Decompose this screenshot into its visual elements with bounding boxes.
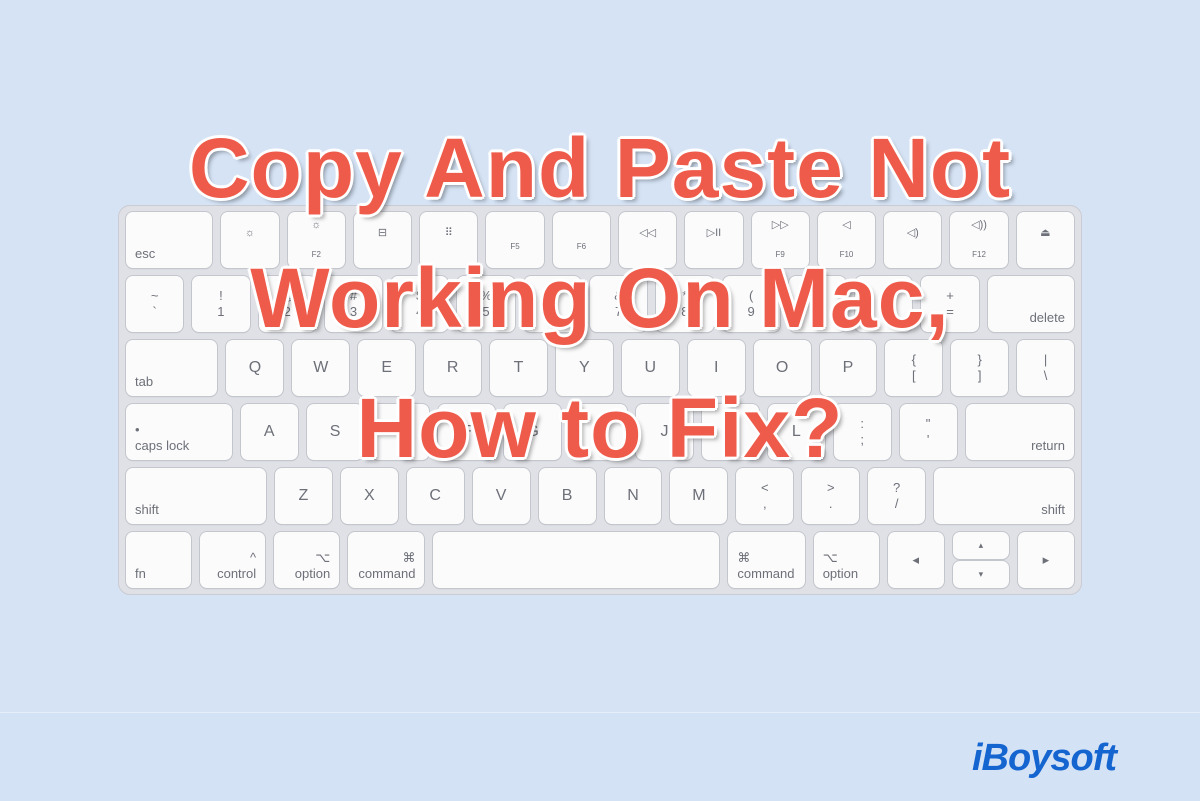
key-bottom-label: shift xyxy=(135,502,159,517)
key-top-label: N xyxy=(627,487,639,504)
key-top-label: ⌥ xyxy=(822,550,838,565)
key: ⌘ command xyxy=(348,532,425,588)
key-top-label: | xyxy=(1043,352,1048,367)
key-top-label: ◁ xyxy=(842,219,851,231)
key-top-label: < xyxy=(761,480,769,495)
key-bottom-label: shift xyxy=(1041,502,1066,517)
key-top-label: ? xyxy=(893,480,901,495)
key-top-label: ⌘ xyxy=(402,550,416,565)
key-bottom-label: option xyxy=(294,566,331,581)
title-line-1: Copy And Paste Not xyxy=(188,121,1012,215)
key-top-label: ⠿ xyxy=(444,227,453,239)
key-top-label: C xyxy=(429,487,441,504)
key-top-label: ⌥ xyxy=(315,550,331,565)
key-top-label: ☼ xyxy=(244,227,256,239)
key: fn xyxy=(126,532,192,588)
key-top-label: ☼ xyxy=(311,219,322,231)
keyboard-row: fn ^ control ⌥ option ⌘ command ⌘ command ⌥ option… xyxy=(126,532,1074,588)
key-bottom-label: option xyxy=(822,566,859,581)
key: ◂ xyxy=(887,532,944,588)
key-top-label: ⊟ xyxy=(377,227,388,239)
key-top-label: O xyxy=(775,359,789,376)
key-bottom-label: command xyxy=(737,566,795,581)
key-top-label: ▷II xyxy=(706,227,722,239)
key: ⌥ option xyxy=(274,532,340,588)
key-top-label: ◁) xyxy=(906,227,919,239)
key: ▸ xyxy=(1017,532,1074,588)
key: ^ control xyxy=(200,532,266,588)
key-top-label: ▷▷ xyxy=(771,219,789,231)
key-top-label: I xyxy=(713,359,719,376)
key-top-label: R xyxy=(446,359,459,376)
key-top-label: Q xyxy=(248,359,262,376)
key-top-label: P xyxy=(842,359,854,376)
key-top-label: W xyxy=(313,359,329,376)
key-bottom-label: fn xyxy=(135,566,146,581)
key-top-label: ▸ xyxy=(1042,552,1050,567)
key-top-label: B xyxy=(561,487,573,504)
key-top-label: ◁◁ xyxy=(639,227,657,239)
key-top-label: M xyxy=(692,487,706,504)
key-top-label: > xyxy=(826,480,835,495)
key xyxy=(433,532,720,588)
key-top-label: Y xyxy=(579,359,590,376)
key-bottom-label: . xyxy=(828,496,833,511)
key-bottom-label: , xyxy=(763,496,767,511)
key-top-label: ⏏ xyxy=(1040,227,1051,239)
key-top-label: T xyxy=(513,359,524,376)
key: ⌘ command xyxy=(728,532,805,588)
title-line-2: Working On Mac, xyxy=(250,251,950,345)
key-top-label: ◁)) xyxy=(971,219,987,231)
key-top-label: Z xyxy=(298,487,309,504)
iboysoft-logo: iBoysoft xyxy=(972,737,1117,779)
key: ⌥ option xyxy=(813,532,879,588)
key-top-label: { xyxy=(911,352,916,367)
arrow-down-key: ▾ xyxy=(952,561,1009,588)
key-top-label: ⌘ xyxy=(737,550,751,565)
key-bottom-label: control xyxy=(217,566,257,581)
key-top-label: U xyxy=(644,359,657,376)
key-top-label: V xyxy=(495,487,507,504)
title-line-3: How to Fix? xyxy=(356,381,844,475)
arrow-keys: ▴ ▾ xyxy=(952,532,1009,588)
key-top-label: X xyxy=(363,487,375,504)
key-bottom-label: command xyxy=(358,566,416,581)
key-top-label: ◂ xyxy=(912,552,920,567)
key-bottom-label: / xyxy=(894,496,899,511)
key-top-label: E xyxy=(381,359,393,376)
key-top-label: ^ xyxy=(250,550,257,565)
key-top-label: } xyxy=(977,352,982,367)
arrow-up-key: ▴ xyxy=(952,532,1009,559)
